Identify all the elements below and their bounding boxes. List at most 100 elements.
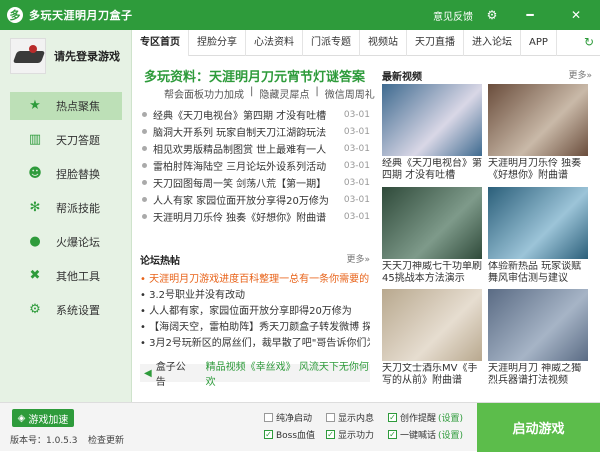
sidebar-item-tools[interactable]: ✖ 其他工具: [10, 262, 122, 290]
tab-video[interactable]: 视频站: [360, 29, 407, 56]
list-item[interactable]: 天刀囧图每周一笑 剑荡八荒【第一期】 03-01: [140, 174, 370, 191]
list-item[interactable]: 雷柏肘阵海陆空 三月论坛外设系列活动 03-01: [140, 157, 370, 174]
list-item[interactable]: 经典《天刀电视台》第四期 才没有吐槽 03-01: [140, 106, 370, 123]
forum-post[interactable]: • 人人都有家，家园位面开放分享即得20万修为: [140, 302, 370, 318]
video-item[interactable]: 天涯明月刀乐伶 独奏《好想你》附曲谱: [488, 84, 588, 184]
sidebar-item-label: 其他工具: [56, 270, 100, 283]
tab-sects[interactable]: 门派专题: [303, 29, 360, 56]
checkbox[interactable]: ✓: [326, 430, 335, 439]
news-date: 03-01: [343, 109, 370, 120]
sub-link[interactable]: 帮会面板功力加成: [164, 86, 244, 101]
list-item[interactable]: 脑洞大开系列 玩家自制天刀江湖韵玩法 03-01: [140, 123, 370, 140]
sidebar-item-settings[interactable]: ⚙ 系统设置: [10, 296, 122, 324]
video-thumbnail[interactable]: [382, 84, 482, 156]
forum-post[interactable]: • 天涯明月刀游戏进度百科整理一总有一条你需要的: [140, 270, 370, 286]
list-item[interactable]: 人人有家 家园位面开放分享得20万修为 03-01: [140, 191, 370, 208]
checkbox[interactable]: [326, 413, 335, 422]
video-item[interactable]: 体验新热品 玩家谈赋舞风审估测与建议: [488, 187, 588, 287]
check-update-link[interactable]: 检查更新: [88, 433, 124, 446]
video-title[interactable]: 天刀文士酒乐MV《手写的从前》附曲谱: [382, 363, 482, 389]
video-item[interactable]: 天天刀神威七千功单刷45挑战本方法演示: [382, 187, 482, 287]
sidebar-item-label: 帮派技能: [56, 202, 100, 215]
video-title[interactable]: 体验新热品 玩家谈赋舞风审估测与建议: [488, 261, 588, 287]
option-one-key-shout[interactable]: ✓ 一键喊话 (设置): [388, 428, 463, 441]
sidebar-item-label: 系统设置: [56, 304, 100, 317]
separator: |: [315, 86, 319, 97]
checkbox[interactable]: ✓: [264, 430, 273, 439]
video-thumbnail[interactable]: [488, 289, 588, 361]
tab-live[interactable]: 天刀直播: [407, 29, 464, 56]
bullet: [142, 180, 147, 185]
video-title[interactable]: 天天刀神威七千功单刷45挑战本方法演示: [382, 261, 482, 287]
tab-face-share[interactable]: 捏脸分享: [189, 29, 246, 56]
settings-link[interactable]: (设置): [438, 411, 463, 424]
video-more-link[interactable]: 更多»: [568, 68, 592, 81]
feedback-link[interactable]: 意见反馈: [433, 8, 473, 23]
tab-forum[interactable]: 进入论坛: [464, 29, 521, 56]
speaker-icon: ◀: [144, 367, 152, 379]
launch-game-button[interactable]: 启动游戏: [477, 403, 600, 452]
tab-bar: 专区首页 捏脸分享 心法资料 门派专题 视频站 天刀直播 进入论坛 APP ↻: [132, 29, 600, 56]
notice-text[interactable]: 精品视频《幸丝戏》 风流天下无你何欢: [206, 358, 370, 388]
sidebar-item-face[interactable]: ☻ 捏脸替换: [10, 160, 122, 188]
login-prompt[interactable]: 请先登录游戏: [54, 48, 120, 64]
option-boss-hp[interactable]: ✓ Boss血值: [264, 428, 315, 441]
checkbox[interactable]: [264, 413, 273, 422]
bullet: [142, 129, 147, 134]
list-item[interactable]: 天涯明月刀乐伶 独奏《好想你》附曲谱 03-01: [140, 208, 370, 225]
video-thumbnail[interactable]: [382, 289, 482, 361]
video-thumbnail[interactable]: [382, 187, 482, 259]
app-logo-icon: 多: [7, 7, 23, 23]
video-thumbnail[interactable]: [488, 187, 588, 259]
option-create-reminder[interactable]: ✓ 创作提醒 (设置): [388, 411, 463, 424]
news-date: 03-01: [343, 126, 370, 137]
gear-icon[interactable]: ⚙: [482, 5, 502, 25]
game-boost-button[interactable]: ◈ 游戏加速: [12, 409, 74, 427]
video-item[interactable]: 经典《天刀电视台》第四期 才没有吐槽: [382, 84, 482, 184]
news-date: 03-01: [343, 143, 370, 154]
forum-post[interactable]: • 3.2号职业并没有改动: [140, 286, 370, 302]
option-show-inner[interactable]: 显示内息: [326, 411, 374, 424]
forum-post[interactable]: • 3月2号玩新区的屌丝们，裁早散了吧"哥告诉你们为啥。: [140, 334, 370, 350]
close-icon[interactable]: ✕: [566, 5, 586, 25]
minimize-icon[interactable]: ━: [520, 5, 540, 25]
tab-skills[interactable]: 心法资料: [246, 29, 303, 56]
checkbox[interactable]: ✓: [388, 430, 397, 439]
refresh-icon[interactable]: ↻: [584, 35, 594, 49]
forum-post[interactable]: • 【海阔天空，雷柏助阵】秀天刀颜盒子转发微博 探悉霸: [140, 318, 370, 334]
video-item[interactable]: 天涯明月刀 神威之獨烈兵器谱打法视频: [488, 289, 588, 389]
forum-list: • 天涯明月刀游戏进度百科整理一总有一条你需要的 • 3.2号职业并没有改动 •…: [140, 270, 370, 350]
news-title: 雷柏肘阵海陆空 三月论坛外设系列活动: [153, 162, 327, 173]
sidebar-item-forum[interactable]: ● 火爆论坛: [10, 228, 122, 256]
news-date: 03-01: [343, 177, 370, 188]
video-title[interactable]: 天涯明月刀 神威之獨烈兵器谱打法视频: [488, 363, 588, 389]
bullet: [142, 146, 147, 151]
option-show-power[interactable]: ✓ 显示功力: [326, 428, 374, 441]
sub-links: 帮会面板功力加成 | 隐藏灵犀点 | 微信周周礼: [164, 86, 375, 101]
headline-link[interactable]: 多玩资料：天涯明月刀元宵节灯谜答案: [144, 66, 365, 85]
settings-link[interactable]: (设置): [438, 428, 463, 441]
tab-home[interactable]: 专区首页: [132, 29, 189, 56]
list-item[interactable]: 相见欢男版精品制图赏 世上最难有一人 03-01: [140, 140, 370, 157]
video-thumbnail[interactable]: [488, 84, 588, 156]
video-item[interactable]: 天刀文士酒乐MV《手写的从前》附曲谱: [382, 289, 482, 389]
sidebar-item-label: 天刀答题: [56, 134, 100, 147]
sidebar-item-guild[interactable]: ✻ 帮派技能: [10, 194, 122, 222]
bullet: [142, 197, 147, 202]
option-pure-start[interactable]: 纯净启动: [264, 411, 312, 424]
sub-link[interactable]: 微信周周礼: [325, 86, 375, 101]
news-title: 经典《天刀电视台》第四期 才没有吐槽: [153, 111, 327, 122]
user-box[interactable]: 请先登录游戏: [0, 30, 131, 82]
checkbox[interactable]: ✓: [388, 413, 397, 422]
sidebar-item-quiz[interactable]: ▥ 天刀答题: [10, 126, 122, 154]
sidebar: 请先登录游戏 ★ 热点聚焦 ▥ 天刀答题 ☻ 捏脸替换 ✻ 帮派技能 ● 火爆论…: [0, 30, 132, 402]
forum-more-link[interactable]: 更多»: [346, 252, 370, 265]
video-title[interactable]: 天涯明月刀乐伶 独奏《好想你》附曲谱: [488, 158, 588, 184]
tab-app[interactable]: APP: [521, 29, 557, 56]
title-bar: 多 多玩天涯明月刀盒子 意见反馈 ⚙ ━ ✕: [0, 0, 600, 30]
video-title[interactable]: 经典《天刀电视台》第四期 才没有吐槽: [382, 158, 482, 184]
sidebar-item-hot[interactable]: ★ 热点聚焦: [10, 92, 122, 120]
news-title: 相见欢男版精品制图赏 世上最难有一人: [153, 145, 327, 156]
notice-bar: ◀ 盒子公告 精品视频《幸丝戏》 风流天下无你何欢: [140, 362, 370, 388]
sub-link[interactable]: 隐藏灵犀点: [259, 86, 309, 101]
